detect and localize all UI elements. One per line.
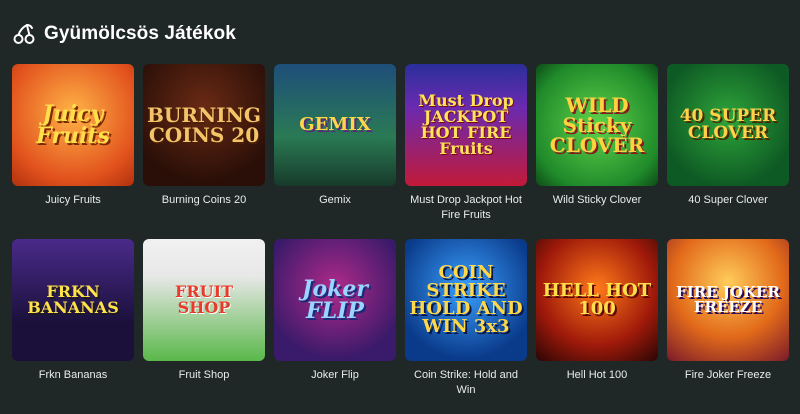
game-logo-text: FRKN BANANAS [27,282,119,317]
game-thumbnail[interactable]: BURNING COINS 20 [143,64,265,186]
game-thumbnail[interactable]: FRKN BANANAS [12,239,134,361]
game-title[interactable]: Fire Joker Freeze [667,368,789,383]
game-tile-gemix[interactable]: GEMIX Gemix [274,64,396,239]
game-thumbnail[interactable]: WILD Sticky CLOVER [536,64,658,186]
game-title[interactable]: Joker Flip [274,368,396,383]
game-title[interactable]: Coin Strike: Hold and Win [405,368,527,399]
game-title[interactable]: Fruit Shop [143,368,265,383]
game-tile-fire-joker-freeze[interactable]: FIRE JOKER FREEZE Fire Joker Freeze [667,239,789,414]
game-title[interactable]: Gemix [274,193,396,208]
games-grid: Juicy Fruits Juicy Fruits BURNING COINS … [12,64,789,414]
game-thumbnail[interactable]: Juicy Fruits [12,64,134,186]
game-thumbnail[interactable]: FRUIT SHOP [143,239,265,361]
game-thumbnail[interactable]: Must Drop JACKPOT HOT FIRE Fruits [405,64,527,186]
game-logo-text: WILD Sticky CLOVER [549,93,645,157]
game-title[interactable]: Must Drop Jackpot Hot Fire Fruits [405,193,527,224]
section-title: Gyümölcsös Játékok [44,23,236,44]
game-logo-text: BURNING COINS 20 [147,103,261,147]
game-logo-text: Must Drop JACKPOT HOT FIRE Fruits [418,91,514,158]
game-tile-must-drop-jackpot-hot-fire-fruits[interactable]: Must Drop JACKPOT HOT FIRE Fruits Must D… [405,64,527,239]
game-tile-hell-hot-100[interactable]: HELL HOT 100 Hell Hot 100 [536,239,658,414]
game-tile-burning-coins-20[interactable]: BURNING COINS 20 Burning Coins 20 [143,64,265,239]
game-logo-text: COIN STRIKE HOLD AND WIN 3x3 [409,262,523,337]
game-logo-text: FIRE JOKER FREEZE [676,283,780,316]
game-tile-coin-strike[interactable]: COIN STRIKE HOLD AND WIN 3x3 Coin Strike… [405,239,527,414]
game-logo-text: FRUIT SHOP [175,282,233,317]
game-logo-text: 40 SUPER CLOVER [679,106,777,143]
game-logo-text: Juicy Fruits [36,101,110,149]
game-thumbnail[interactable]: HELL HOT 100 [536,239,658,361]
game-title[interactable]: Burning Coins 20 [143,193,265,208]
game-tile-wild-sticky-clover[interactable]: WILD Sticky CLOVER Wild Sticky Clover [536,64,658,239]
game-tile-40-super-clover[interactable]: 40 SUPER CLOVER 40 Super Clover [667,64,789,239]
game-thumbnail[interactable]: GEMIX [274,64,396,186]
game-tile-juicy-fruits[interactable]: Juicy Fruits Juicy Fruits [12,64,134,239]
game-logo-text: Joker FLIP [302,276,368,324]
cherries-icon [12,22,36,46]
game-thumbnail[interactable]: COIN STRIKE HOLD AND WIN 3x3 [405,239,527,361]
game-logo-text: HELL HOT 100 [542,280,652,319]
game-title[interactable]: Frkn Bananas [12,368,134,383]
game-tile-fruit-shop[interactable]: FRUIT SHOP Fruit Shop [143,239,265,414]
game-title[interactable]: 40 Super Clover [667,193,789,208]
game-tile-joker-flip[interactable]: Joker FLIP Joker Flip [274,239,396,414]
game-thumbnail[interactable]: FIRE JOKER FREEZE [667,239,789,361]
game-thumbnail[interactable]: Joker FLIP [274,239,396,361]
section-header: Gyümölcsös Játékok [12,20,236,48]
game-title[interactable]: Juicy Fruits [12,193,134,208]
game-title[interactable]: Wild Sticky Clover [536,193,658,208]
game-tile-frkn-bananas[interactable]: FRKN BANANAS Frkn Bananas [12,239,134,414]
game-logo-text: GEMIX [299,114,371,135]
game-title[interactable]: Hell Hot 100 [536,368,658,383]
game-thumbnail[interactable]: 40 SUPER CLOVER [667,64,789,186]
